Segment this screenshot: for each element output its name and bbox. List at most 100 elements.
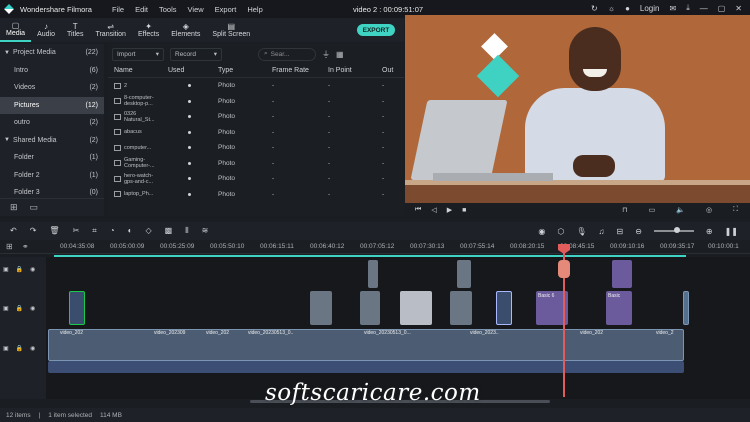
tree-intro[interactable]: Intro (6) bbox=[0, 62, 104, 80]
timeline-clip[interactable] bbox=[310, 291, 332, 325]
split-icon[interactable]: ⫴ bbox=[185, 226, 188, 236]
tab-transition[interactable]: ⇌ Transition bbox=[89, 18, 131, 42]
render-icon[interactable]: ◉ bbox=[538, 227, 545, 236]
lock-icon[interactable]: 🔒 bbox=[16, 266, 23, 273]
redo-icon[interactable]: ↷ bbox=[30, 226, 37, 236]
timeline-clip[interactable] bbox=[400, 291, 432, 325]
zoom-out-icon[interactable]: ⊖ bbox=[635, 227, 642, 236]
snap-icon[interactable]: ⊟ bbox=[616, 227, 623, 236]
message-icon[interactable]: ✉ bbox=[669, 4, 676, 13]
timeline-clip[interactable] bbox=[457, 260, 471, 288]
lock-icon[interactable]: 🔒 bbox=[16, 345, 23, 352]
tab-audio[interactable]: ♪ Audio bbox=[31, 18, 61, 42]
snapshot-icon[interactable]: ◎ bbox=[706, 206, 712, 214]
zoom-slider[interactable] bbox=[653, 227, 694, 233]
tree-pictures[interactable]: Pictures (12) bbox=[0, 96, 104, 114]
timeline-clip[interactable] bbox=[612, 260, 632, 288]
mic-icon[interactable]: 🎙 bbox=[576, 227, 586, 236]
mark-icon[interactable]: ⊓ bbox=[622, 206, 627, 214]
timeline-clip[interactable] bbox=[496, 291, 512, 325]
login-button[interactable]: Login bbox=[640, 4, 660, 13]
play-icon[interactable]: ▶ bbox=[447, 206, 452, 214]
tab-media[interactable]: ▢ Media bbox=[0, 18, 32, 42]
stop-icon[interactable]: ■ bbox=[462, 207, 466, 214]
col-used[interactable]: Used bbox=[164, 67, 216, 74]
delete-icon[interactable]: 🗑 bbox=[49, 226, 59, 236]
timeline-clip[interactable]: Basic bbox=[606, 291, 632, 325]
close-icon[interactable]: ✕ bbox=[735, 4, 742, 13]
menu-tools[interactable]: Tools bbox=[159, 5, 177, 14]
fullscreen-icon[interactable]: ⛶ bbox=[733, 206, 738, 214]
account-icon[interactable]: ● bbox=[625, 4, 630, 13]
prev-frame-icon[interactable]: ⏮ bbox=[415, 206, 421, 214]
tree-project-media[interactable]: ▼ Project Media (22) bbox=[0, 44, 104, 62]
timeline-clip[interactable] bbox=[683, 291, 689, 325]
add-track-icon[interactable]: ⊞ bbox=[6, 242, 13, 251]
sync-icon[interactable]: ↻ bbox=[591, 4, 598, 13]
tree-shared-media[interactable]: ▼ Shared Media (2) bbox=[0, 132, 104, 150]
menu-edit[interactable]: Edit bbox=[135, 5, 148, 14]
new-folder-icon[interactable]: ⊞ bbox=[10, 202, 18, 213]
maximize-icon[interactable]: ▢ bbox=[718, 4, 726, 13]
tab-effects[interactable]: ✦ Effects bbox=[132, 18, 165, 42]
media-row[interactable]: 2 Photo - - - bbox=[108, 78, 404, 94]
record-dropdown[interactable]: Record ▾ bbox=[170, 47, 222, 61]
download-icon[interactable]: ⤓ bbox=[686, 3, 690, 13]
media-row[interactable]: hero-watch- gps-and-c... Photo - - - bbox=[108, 171, 404, 187]
speed-icon[interactable]: ◔ bbox=[110, 226, 115, 236]
mask-icon[interactable]: ⬡ bbox=[557, 227, 564, 236]
eye-icon[interactable]: ◉ bbox=[30, 266, 35, 273]
cut-icon[interactable]: ✂ bbox=[73, 226, 80, 236]
col-type[interactable]: Type bbox=[216, 67, 270, 74]
media-row[interactable]: computer... Photo - - - bbox=[108, 140, 404, 156]
audio-mixer-icon[interactable]: ≋ bbox=[202, 226, 209, 236]
lock-icon[interactable]: 🔒 bbox=[16, 305, 23, 312]
tab-titles[interactable]: T Titles bbox=[61, 18, 89, 42]
col-out-point[interactable]: Out bbox=[380, 67, 404, 74]
undo-icon[interactable]: ↶ bbox=[10, 226, 17, 236]
menu-file[interactable]: File bbox=[112, 5, 124, 14]
tree-folder-2[interactable]: Folder 2 (1) bbox=[0, 167, 104, 185]
tree-folder[interactable]: Folder (1) bbox=[0, 149, 104, 167]
step-back-icon[interactable]: ◁ bbox=[431, 206, 436, 214]
timeline-clip[interactable] bbox=[450, 291, 472, 325]
zoom-slider-handle[interactable] bbox=[673, 227, 680, 233]
import-dropdown[interactable]: Import ▾ bbox=[112, 47, 164, 61]
minimize-icon[interactable]: — bbox=[700, 4, 708, 13]
export-button[interactable]: EXPORT bbox=[357, 24, 395, 36]
col-name[interactable]: Name bbox=[108, 67, 164, 74]
preview-player[interactable] bbox=[405, 15, 750, 203]
tree-outro[interactable]: outro (2) bbox=[0, 114, 104, 132]
col-in-point[interactable]: In Point bbox=[326, 67, 380, 74]
tab-elements[interactable]: ◈ Elements bbox=[165, 18, 206, 42]
col-frame-rate[interactable]: Frame Rate bbox=[270, 67, 326, 74]
voiceover-icon[interactable]: ♫ bbox=[598, 227, 604, 236]
bulb-icon[interactable]: ☼ bbox=[608, 4, 615, 13]
zoom-in-icon[interactable]: ⊕ bbox=[706, 227, 713, 236]
tree-videos[interactable]: Videos (2) bbox=[0, 79, 104, 97]
filter-icon[interactable]: ⏚ bbox=[322, 49, 330, 60]
volume-icon[interactable]: 🔈 bbox=[676, 206, 685, 214]
media-row[interactable]: abacus Photo - - - bbox=[108, 125, 404, 141]
green-screen-icon[interactable]: ▩ bbox=[165, 226, 173, 236]
link-icon[interactable]: ⚭ bbox=[22, 242, 29, 251]
timeline-clip[interactable] bbox=[360, 291, 380, 325]
crop-icon[interactable]: ⌗ bbox=[92, 226, 97, 236]
media-row[interactable]: 8-computer- desktop-p... Photo - - - bbox=[108, 94, 404, 110]
eye-icon[interactable]: ◉ bbox=[30, 345, 35, 352]
pause-icon[interactable]: ❚❚ bbox=[725, 227, 738, 236]
media-row[interactable]: Gaming- Computer-... Photo - - - bbox=[108, 156, 404, 172]
media-search-input[interactable]: ⌕ Sear... bbox=[258, 47, 316, 61]
menu-export[interactable]: Export bbox=[215, 5, 237, 14]
timeline-ruler[interactable]: ⊞ ⚭ 00:04:35:08 00:05:00:09 00:05:25:09 … bbox=[0, 240, 750, 254]
menu-view[interactable]: View bbox=[188, 5, 204, 14]
timeline-clip[interactable] bbox=[368, 260, 378, 288]
eye-icon[interactable]: ◉ bbox=[30, 305, 35, 312]
playhead-marker[interactable] bbox=[558, 260, 570, 278]
color-icon[interactable]: ◐ bbox=[128, 226, 133, 236]
audio-waveform-track[interactable] bbox=[48, 361, 684, 373]
grid-view-icon[interactable]: ▦ bbox=[336, 50, 344, 59]
tab-split-screen[interactable]: ▤ Split Screen bbox=[206, 18, 256, 42]
media-row[interactable]: 0326 Natural_St... Photo - - - bbox=[108, 109, 404, 125]
folder-icon[interactable]: ▭ bbox=[30, 202, 39, 213]
